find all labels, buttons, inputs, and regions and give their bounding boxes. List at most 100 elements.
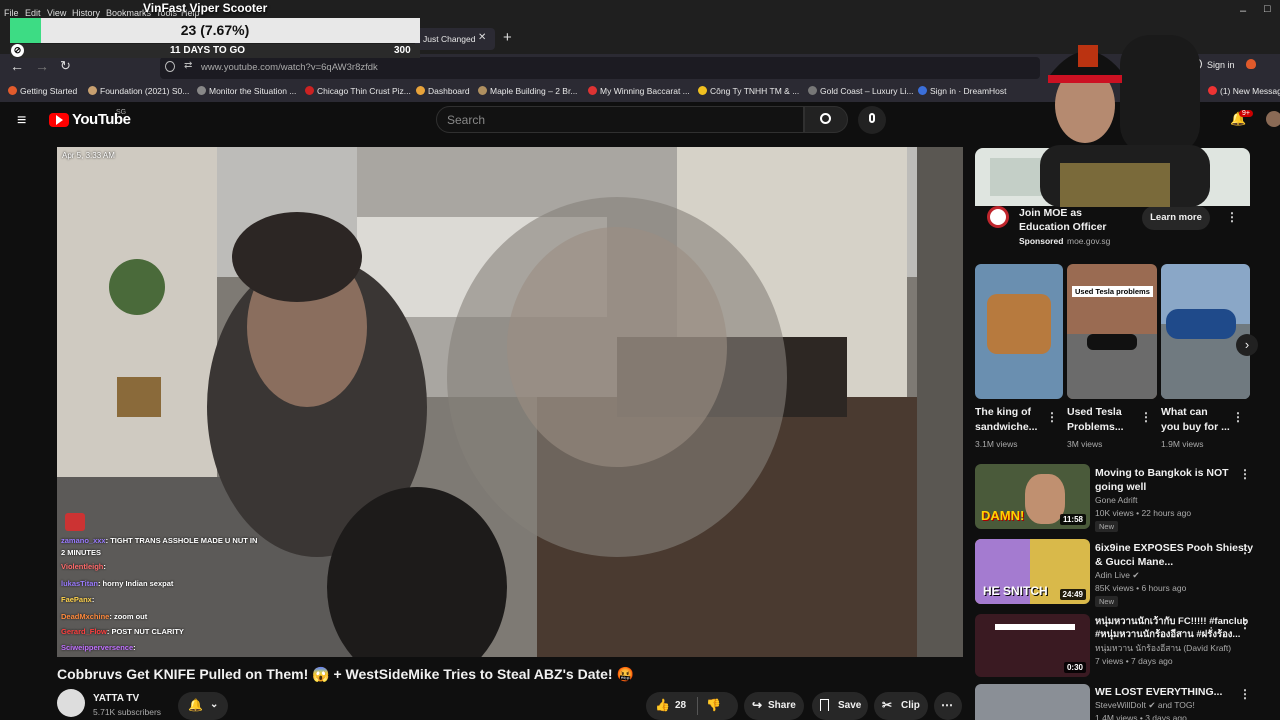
short-views: 3M views — [1067, 439, 1103, 449]
more-vertical-icon[interactable]: ⋮ — [1046, 410, 1058, 424]
recommended-video[interactable]: 0:30 หนุ่มหวานนักเว้ากับ FC!!!!! #fanclu… — [975, 614, 1255, 680]
avatar[interactable] — [1266, 111, 1280, 127]
notification-count: 9+ — [1239, 110, 1253, 117]
bookmark-item[interactable]: Gold Coast – Luxury Li... — [808, 86, 914, 96]
search-icon — [820, 113, 831, 124]
minimize-icon[interactable]: – — [1240, 5, 1246, 17]
more-vertical-icon[interactable]: ⋮ — [1232, 410, 1244, 424]
more-vertical-icon[interactable]: ⋮ — [1140, 410, 1152, 424]
ad-title-line2: Education Officer — [1019, 221, 1107, 233]
save-button[interactable]: Save — [812, 692, 868, 720]
video-title-line1: Moving to Bangkok is NOT — [1095, 467, 1229, 479]
bookmark-item[interactable]: Chicago Thin Crust Piz... — [305, 86, 411, 96]
short-thumbnail — [1161, 264, 1250, 399]
bookmark-item[interactable]: Maple Building – 2 Br... — [478, 86, 577, 96]
thumb-car — [1166, 309, 1236, 339]
active-tab[interactable]: Just Changed ✕ — [415, 28, 495, 50]
voice-search-button[interactable] — [858, 106, 886, 134]
clip-button[interactable]: ✂ Clip — [874, 692, 928, 720]
short-title-line2: you buy for ... — [1161, 421, 1230, 433]
more-vertical-icon[interactable]: ⋮ — [1239, 617, 1251, 631]
goal-title: VinFast Viper Scooter — [143, 1, 268, 15]
short-views: 3.1M views — [975, 439, 1018, 449]
chat-message: Gerard_Flow: POST NUT CLARITY — [61, 627, 184, 636]
video-meta: 1.4M views • 3 days ago — [1095, 713, 1187, 720]
ad-title-line1: Join MOE as — [1019, 207, 1083, 219]
maximize-icon[interactable]: □ — [1264, 3, 1271, 15]
video-channel[interactable]: หนุ่มหวาน นักร้องอีสาน (David Kraft) — [1095, 642, 1231, 655]
hamburger-menu-icon[interactable]: ≡ — [17, 112, 26, 130]
shield-icon[interactable] — [165, 61, 175, 72]
goal-target: 300 — [394, 45, 411, 56]
thumbs-up-icon[interactable]: 👍 — [655, 698, 670, 712]
short-item[interactable]: The king of sandwiche... 3.1M views ⋮ — [975, 264, 1063, 454]
bookmark-item[interactable]: (1) New Messag — [1208, 86, 1280, 96]
chat-message: FaePanx: — [61, 595, 95, 604]
bookmark-item[interactable]: Monitor the Situation ... — [197, 86, 296, 96]
subscribe-bell-button[interactable]: 🔔 ⌄ — [178, 692, 228, 720]
bookmark-item[interactable]: Sign in · DreamHost — [918, 86, 1007, 96]
short-title-line2: sandwiche... — [975, 421, 1038, 433]
search-button[interactable] — [804, 106, 848, 133]
url-text: www.youtube.com/watch?v=6qAW3r8zfdk — [201, 62, 378, 73]
more-vertical-icon[interactable]: ⋮ — [1226, 210, 1238, 224]
subscriber-count: 5.71K subscribers — [93, 707, 162, 717]
video-title-line2: #หนุ่มหวานนักร้องอีสาน #ฝรั่งร้อง... — [1095, 629, 1241, 640]
chevron-right-icon[interactable]: › — [1236, 334, 1258, 356]
channel-avatar[interactable] — [57, 689, 85, 717]
video-channel[interactable]: Gone Adrift — [1095, 494, 1138, 507]
short-overlay-text: Used Tesla problems — [1072, 286, 1153, 297]
webcam-overlay — [1020, 25, 1210, 207]
search-input[interactable]: Search — [436, 106, 804, 133]
share-button[interactable]: ↪ Share — [744, 692, 804, 720]
learn-more-button[interactable]: Learn more — [1142, 206, 1210, 230]
new-tab-icon[interactable]: + — [503, 29, 512, 46]
video-channel[interactable]: SteveWillDoIt ✔ and TOG! — [1095, 699, 1195, 712]
video-title-line1: หนุ่มหวานนักเว้ากับ FC!!!!! #fanclub — [1095, 616, 1249, 627]
recommended-video[interactable]: HE SNITCH 24:49 6ix9ine EXPOSES Pooh Shi… — [975, 539, 1255, 609]
recommended-video[interactable]: WE LOST EVERYTHING... SteveWillDoIt ✔ an… — [975, 684, 1255, 720]
video-title-line1: 6ix9ine EXPOSES Pooh Shiesty — [1095, 542, 1254, 554]
video-player[interactable]: Apr 5, 3:33 AM zamano_xxx: TIGHT TRANS A… — [57, 147, 963, 657]
short-item[interactable]: Used Tesla problems Used Tesla Problems.… — [1067, 264, 1157, 454]
chat-message: lukasTitan: horny Indian sexpat — [61, 579, 174, 588]
goal-days-left: 11 DAYS TO GO — [170, 45, 246, 56]
bookmark-item[interactable]: Getting Started — [8, 86, 77, 96]
more-vertical-icon[interactable]: ⋮ — [1239, 467, 1251, 481]
ad-domain: moe.gov.sg — [1067, 236, 1111, 246]
tab-title: Just Changed — [423, 34, 476, 44]
bookmark-icon — [820, 699, 829, 711]
close-tab-icon[interactable]: ✕ — [478, 32, 486, 43]
video-title-line2: going well — [1095, 481, 1147, 493]
thumb-art — [995, 624, 1075, 630]
chat-emote — [65, 513, 85, 531]
thumbs-down-icon[interactable]: 👎 — [706, 698, 721, 712]
video-channel[interactable]: Adin Live ✔ — [1095, 569, 1139, 582]
chat-message: Violentleigh: — [61, 562, 106, 571]
video-meta: 85K views • 6 hours ago — [1095, 583, 1187, 593]
bookmark-item[interactable]: Dashboard — [416, 86, 470, 96]
video-thumbnail: HE SNITCH 24:49 — [975, 539, 1090, 604]
thumb-text: DAMN! — [981, 508, 1025, 523]
bookmark-item[interactable]: Foundation (2021) S0... — [88, 86, 189, 96]
video-meta: 10K views • 22 hours ago — [1095, 508, 1192, 518]
short-item[interactable]: What can you buy for ... 1.9M views ⋮ — [1161, 264, 1250, 454]
short-thumbnail: Used Tesla problems — [1067, 264, 1157, 399]
more-actions-button[interactable]: ⋯ — [934, 692, 962, 720]
bookmark-item[interactable]: Công Ty TNHH TM & ... — [698, 86, 799, 96]
ad-logo — [987, 206, 1009, 228]
webcam-feed — [1040, 35, 1210, 207]
video-duration: 0:30 — [1063, 662, 1086, 673]
more-vertical-icon[interactable]: ⋮ — [1239, 542, 1251, 556]
recommended-video[interactable]: DAMN! 11:58 Moving to Bangkok is NOT goi… — [975, 464, 1255, 534]
more-vertical-icon[interactable]: ⋮ — [1239, 687, 1251, 701]
channel-name[interactable]: YATTA TV — [93, 693, 139, 704]
sign-in-link[interactable]: Sign in — [1207, 60, 1235, 70]
short-title-line1: Used Tesla — [1067, 406, 1122, 418]
extension-icon[interactable] — [1246, 59, 1256, 69]
video-title-line1: WE LOST EVERYTHING... — [1095, 686, 1223, 698]
thumb-text: HE SNITCH — [983, 584, 1048, 598]
short-title-line1: The king of — [975, 406, 1031, 418]
more-horizontal-icon: ⋯ — [941, 698, 953, 712]
bookmark-item[interactable]: My Winning Baccarat ... — [588, 86, 690, 96]
